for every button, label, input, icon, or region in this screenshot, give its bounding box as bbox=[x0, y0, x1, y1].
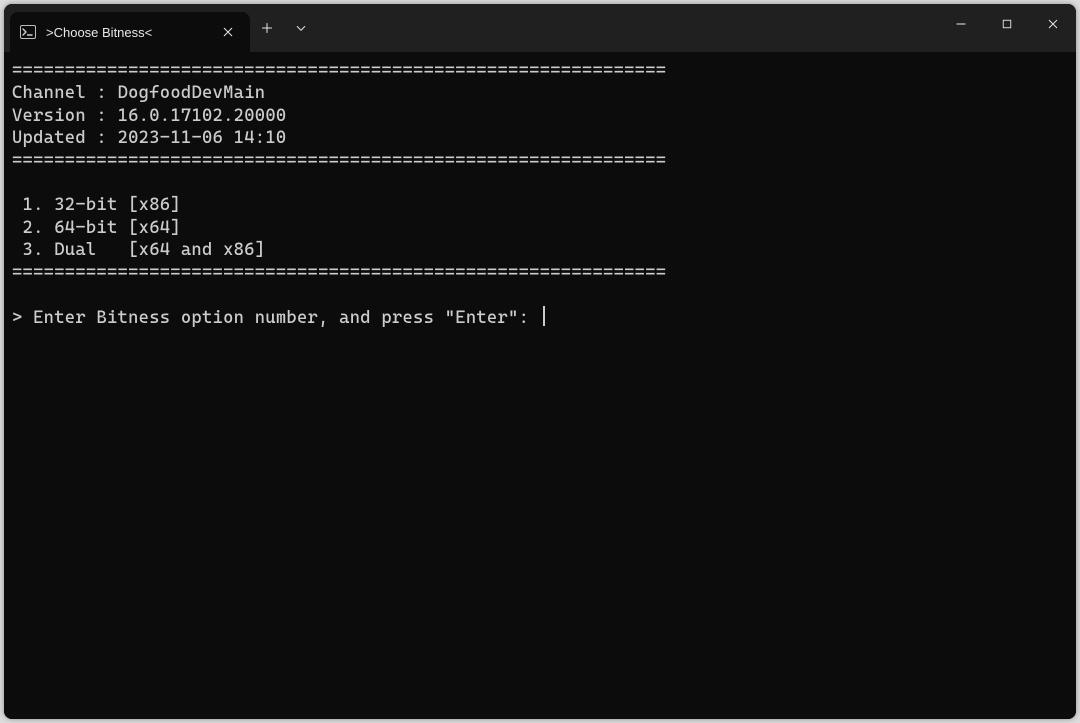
option-line: 3. Dual [x64 and x86] bbox=[12, 240, 265, 260]
divider-line: ========================================… bbox=[12, 61, 666, 81]
channel-value: DogfoodDevMain bbox=[118, 83, 266, 103]
tab-close-button[interactable] bbox=[216, 20, 240, 44]
terminal-icon bbox=[20, 24, 36, 40]
updated-value: 2023-11-06 14:10 bbox=[118, 128, 287, 148]
tab-dropdown-button[interactable] bbox=[284, 11, 318, 45]
terminal-viewport[interactable]: ========================================… bbox=[4, 52, 1076, 719]
tab-title: >Choose Bitness< bbox=[46, 25, 206, 40]
divider-line: ========================================… bbox=[12, 151, 666, 171]
updated-label: Updated : bbox=[12, 128, 107, 148]
minimize-button[interactable] bbox=[938, 4, 984, 44]
option-line: 1. 32-bit [x86] bbox=[12, 195, 181, 215]
divider-line: ========================================… bbox=[12, 263, 666, 283]
option-line: 2. 64-bit [x64] bbox=[12, 218, 181, 238]
tab-active[interactable]: >Choose Bitness< bbox=[10, 12, 250, 52]
titlebar[interactable]: >Choose Bitness< bbox=[4, 4, 1076, 52]
version-label: Version : bbox=[12, 106, 107, 126]
channel-label: Channel : bbox=[12, 83, 107, 103]
text-cursor bbox=[543, 306, 545, 326]
close-button[interactable] bbox=[1030, 4, 1076, 44]
terminal-window: >Choose Bitness< bbox=[4, 4, 1076, 719]
version-value: 16.0.17102.20000 bbox=[118, 106, 287, 126]
maximize-button[interactable] bbox=[984, 4, 1030, 44]
window-controls bbox=[938, 4, 1076, 44]
new-tab-button[interactable] bbox=[250, 11, 284, 45]
prompt-text: > Enter Bitness option number, and press… bbox=[12, 308, 540, 328]
